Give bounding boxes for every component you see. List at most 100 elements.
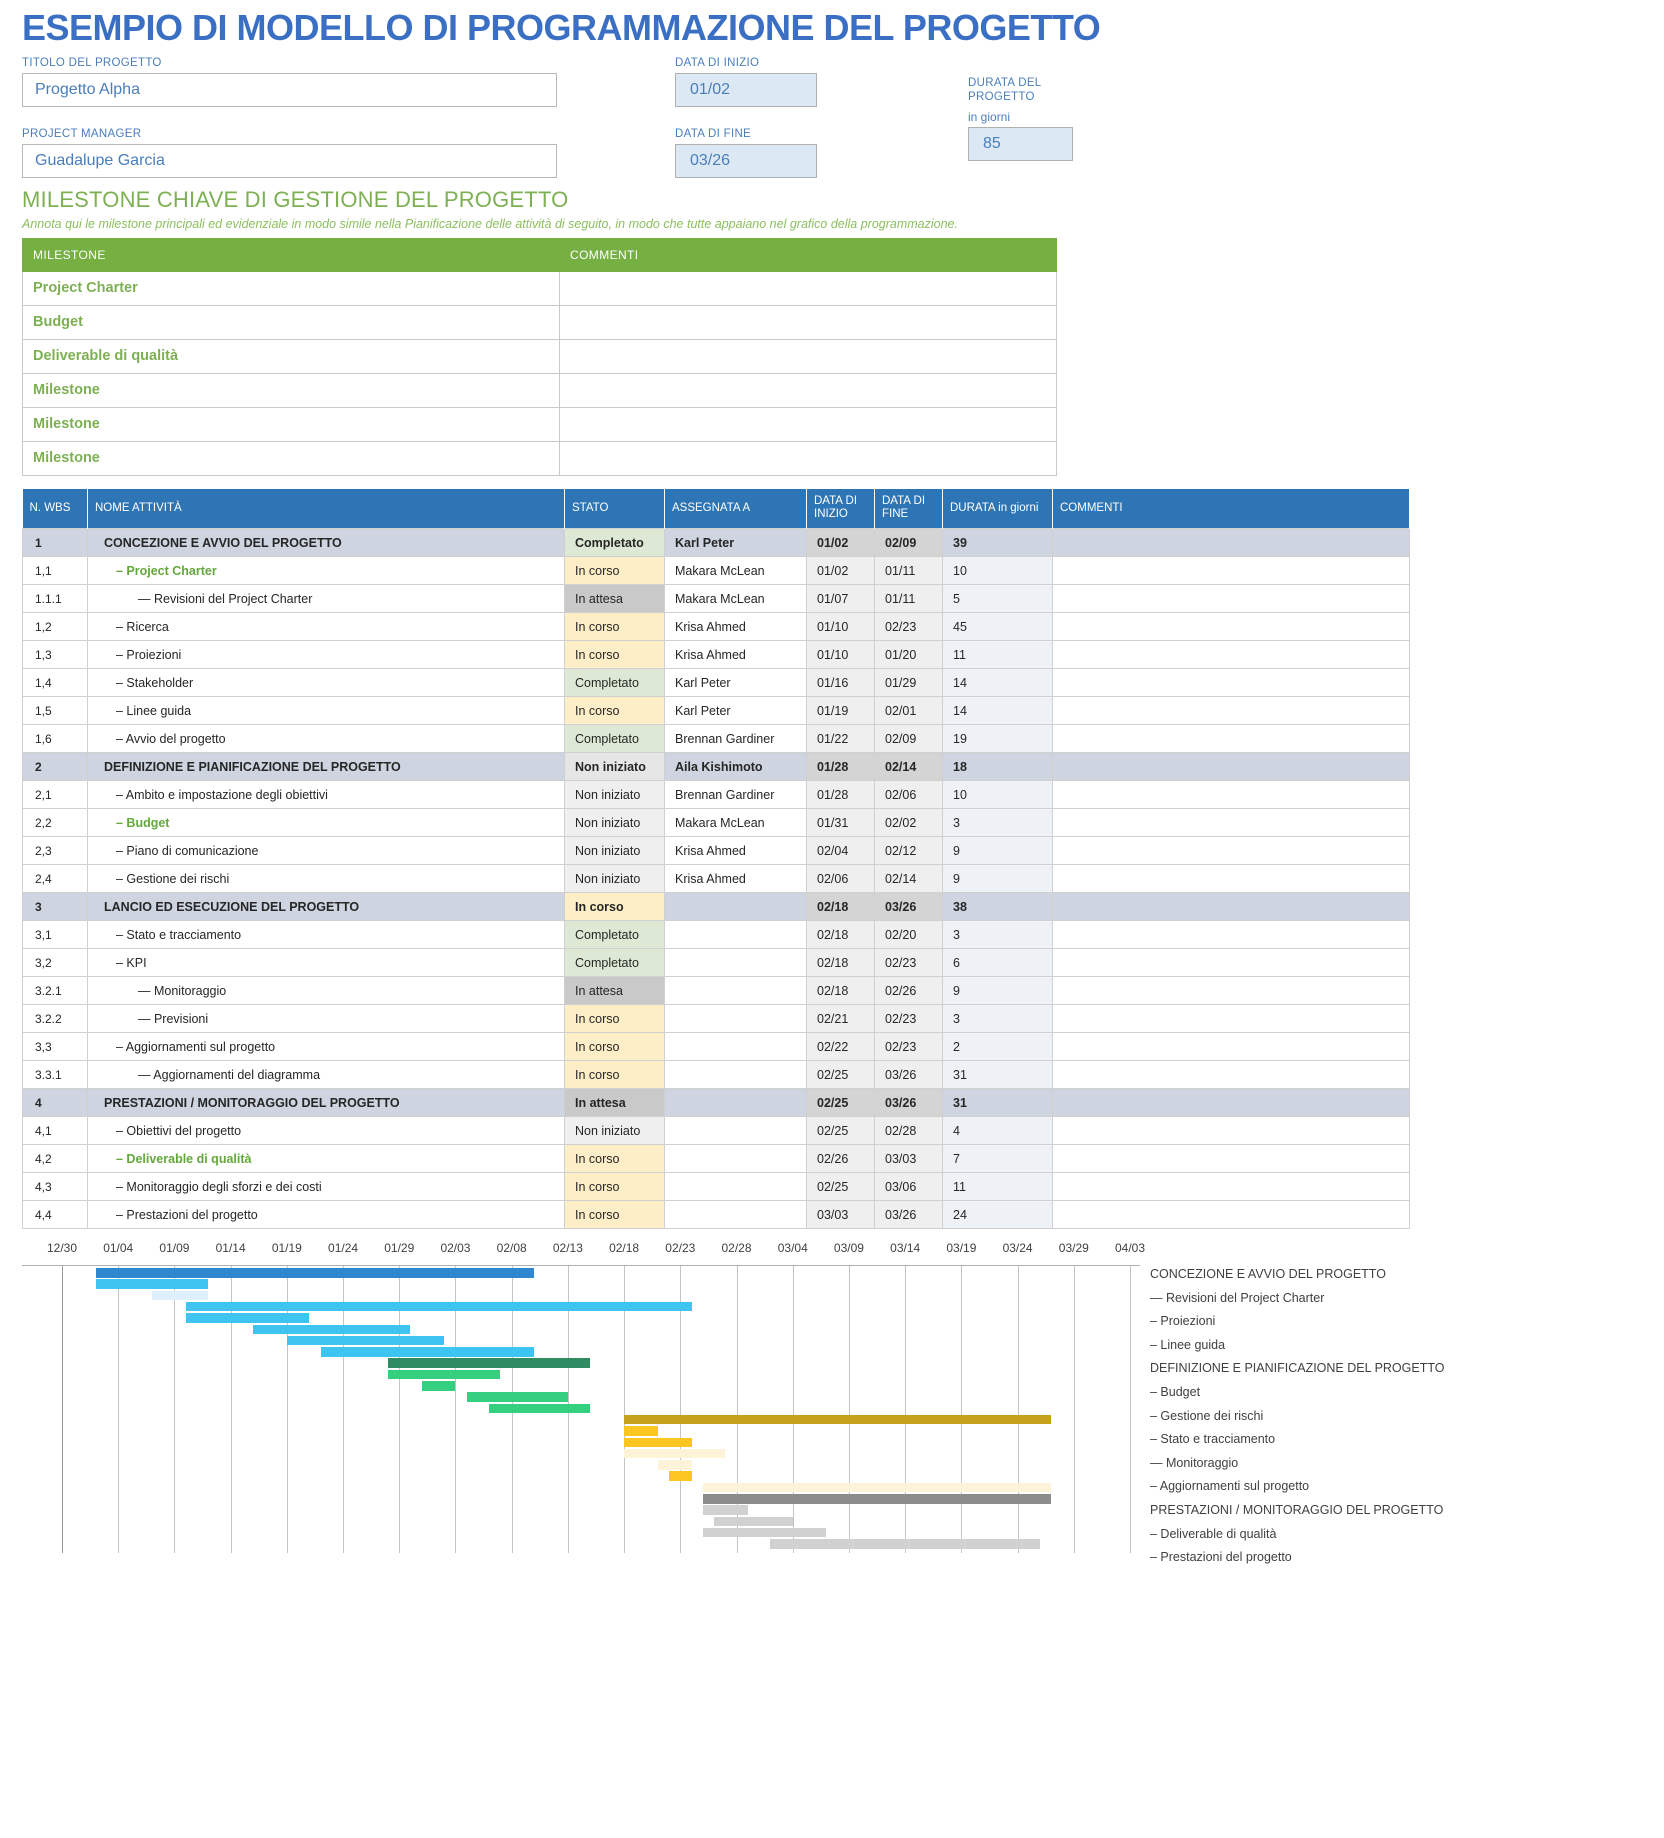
task-status[interactable]: In attesa xyxy=(564,1088,665,1118)
project-manager-input[interactable]: Guadalupe Garcia xyxy=(22,144,557,179)
task-assignee[interactable]: Brennan Gardiner xyxy=(664,724,807,754)
task-end-date[interactable]: 02/09 xyxy=(874,528,943,558)
task-comment[interactable] xyxy=(1052,1060,1410,1090)
task-assignee[interactable] xyxy=(664,1060,807,1090)
task-comment[interactable] xyxy=(1052,752,1410,782)
task-status[interactable]: In corso xyxy=(564,1060,665,1090)
milestone-name[interactable]: Deliverable di qualità xyxy=(22,338,560,374)
task-comment[interactable] xyxy=(1052,640,1410,670)
task-name[interactable]: – Deliverable di qualità xyxy=(87,1144,565,1174)
task-status[interactable]: In attesa xyxy=(564,584,665,614)
task-status[interactable]: In corso xyxy=(564,612,665,642)
task-name[interactable]: – KPI xyxy=(87,948,565,978)
task-start-date[interactable]: 01/07 xyxy=(806,584,875,614)
task-assignee[interactable] xyxy=(664,1172,807,1202)
task-end-date[interactable]: 03/26 xyxy=(874,1200,943,1230)
task-start-date[interactable]: 02/06 xyxy=(806,864,875,894)
task-comment[interactable] xyxy=(1052,1004,1410,1034)
task-status[interactable]: In corso xyxy=(564,1004,665,1034)
task-assignee[interactable]: Krisa Ahmed xyxy=(664,864,807,894)
task-start-date[interactable]: 01/02 xyxy=(806,528,875,558)
task-comment[interactable] xyxy=(1052,1088,1410,1118)
task-comment[interactable] xyxy=(1052,668,1410,698)
task-assignee[interactable]: Krisa Ahmed xyxy=(664,836,807,866)
task-name[interactable]: – Proiezioni xyxy=(87,640,565,670)
task-name[interactable]: – Linee guida xyxy=(87,696,565,726)
task-assignee[interactable] xyxy=(664,1032,807,1062)
task-name[interactable]: – Ambito e impostazione degli obiettivi xyxy=(87,780,565,810)
task-name[interactable]: – Ricerca xyxy=(87,612,565,642)
milestone-comment[interactable] xyxy=(559,440,1057,476)
task-status[interactable]: Non iniziato xyxy=(564,1116,665,1146)
task-comment[interactable] xyxy=(1052,556,1410,586)
task-start-date[interactable]: 02/04 xyxy=(806,836,875,866)
task-start-date[interactable]: 02/18 xyxy=(806,920,875,950)
task-assignee[interactable] xyxy=(664,1088,807,1118)
task-start-date[interactable]: 01/19 xyxy=(806,696,875,726)
task-name[interactable]: – Piano di comunicazione xyxy=(87,836,565,866)
task-comment[interactable] xyxy=(1052,948,1410,978)
milestone-name[interactable]: Budget xyxy=(22,304,560,340)
milestone-name[interactable]: Milestone xyxy=(22,440,560,476)
task-start-date[interactable]: 01/31 xyxy=(806,808,875,838)
task-status[interactable]: Non iniziato xyxy=(564,864,665,894)
task-start-date[interactable]: 02/25 xyxy=(806,1116,875,1146)
milestone-name[interactable]: Milestone xyxy=(22,372,560,408)
task-name[interactable]: – Aggiornamenti sul progetto xyxy=(87,1032,565,1062)
task-start-date[interactable]: 01/02 xyxy=(806,556,875,586)
task-end-date[interactable]: 02/23 xyxy=(874,1032,943,1062)
task-comment[interactable] xyxy=(1052,528,1410,558)
task-end-date[interactable]: 02/09 xyxy=(874,724,943,754)
milestone-comment[interactable] xyxy=(559,270,1057,306)
task-status[interactable]: In corso xyxy=(564,640,665,670)
task-end-date[interactable]: 02/14 xyxy=(874,864,943,894)
task-name[interactable]: – Obiettivi del progetto xyxy=(87,1116,565,1146)
task-assignee[interactable] xyxy=(664,892,807,922)
task-comment[interactable] xyxy=(1052,920,1410,950)
task-comment[interactable] xyxy=(1052,864,1410,894)
task-status[interactable]: Completato xyxy=(564,948,665,978)
task-status[interactable]: Non iniziato xyxy=(564,752,665,782)
milestone-comment[interactable] xyxy=(559,372,1057,408)
task-name[interactable]: CONCEZIONE E AVVIO DEL PROGETTO xyxy=(87,528,565,558)
task-assignee[interactable] xyxy=(664,920,807,950)
task-end-date[interactable]: 01/20 xyxy=(874,640,943,670)
task-start-date[interactable]: 01/10 xyxy=(806,640,875,670)
task-start-date[interactable]: 02/25 xyxy=(806,1088,875,1118)
task-end-date[interactable]: 02/06 xyxy=(874,780,943,810)
task-status[interactable]: In attesa xyxy=(564,976,665,1006)
task-comment[interactable] xyxy=(1052,1116,1410,1146)
task-name[interactable]: – Monitoraggio degli sforzi e dei costi xyxy=(87,1172,565,1202)
task-name[interactable]: – Stato e tracciamento xyxy=(87,920,565,950)
task-end-date[interactable]: 02/02 xyxy=(874,808,943,838)
task-comment[interactable] xyxy=(1052,836,1410,866)
task-assignee[interactable]: Karl Peter xyxy=(664,696,807,726)
task-status[interactable]: In corso xyxy=(564,1032,665,1062)
task-start-date[interactable]: 02/25 xyxy=(806,1172,875,1202)
task-status[interactable]: Completato xyxy=(564,668,665,698)
task-status[interactable]: In corso xyxy=(564,1172,665,1202)
task-assignee[interactable]: Krisa Ahmed xyxy=(664,612,807,642)
task-end-date[interactable]: 02/01 xyxy=(874,696,943,726)
task-end-date[interactable]: 03/26 xyxy=(874,892,943,922)
task-end-date[interactable]: 02/12 xyxy=(874,836,943,866)
task-start-date[interactable]: 02/18 xyxy=(806,948,875,978)
task-comment[interactable] xyxy=(1052,1200,1410,1230)
task-start-date[interactable]: 02/18 xyxy=(806,892,875,922)
task-name[interactable]: PRESTAZIONI / MONITORAGGIO DEL PROGETTO xyxy=(87,1088,565,1118)
task-assignee[interactable] xyxy=(664,1116,807,1146)
task-start-date[interactable]: 01/28 xyxy=(806,752,875,782)
task-end-date[interactable]: 02/14 xyxy=(874,752,943,782)
task-assignee[interactable]: Makara McLean xyxy=(664,556,807,586)
task-start-date[interactable]: 02/21 xyxy=(806,1004,875,1034)
task-status[interactable]: Non iniziato xyxy=(564,808,665,838)
milestone-name[interactable]: Milestone xyxy=(22,406,560,442)
task-comment[interactable] xyxy=(1052,612,1410,642)
task-name[interactable]: — Revisioni del Project Charter xyxy=(87,584,565,614)
task-status[interactable]: In corso xyxy=(564,892,665,922)
task-assignee[interactable] xyxy=(664,1200,807,1230)
task-assignee[interactable]: Aila Kishimoto xyxy=(664,752,807,782)
task-start-date[interactable]: 02/22 xyxy=(806,1032,875,1062)
task-comment[interactable] xyxy=(1052,808,1410,838)
task-start-date[interactable]: 03/03 xyxy=(806,1200,875,1230)
